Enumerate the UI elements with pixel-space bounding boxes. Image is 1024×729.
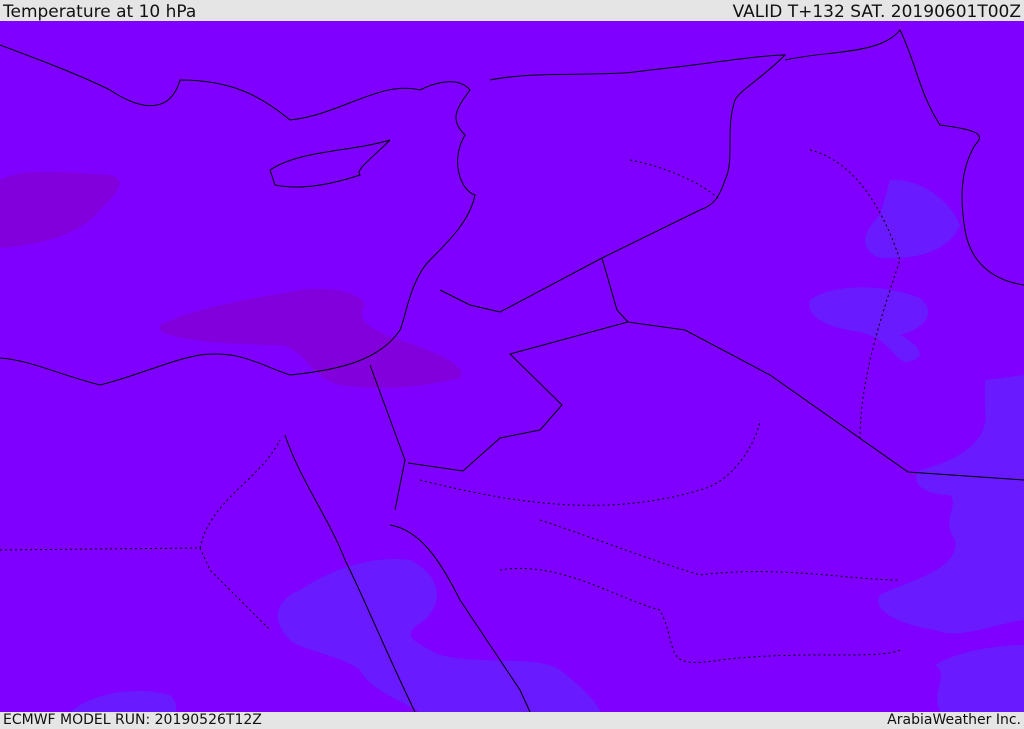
valid-time: VALID T+132 SAT. 20190601T00Z bbox=[732, 2, 1021, 22]
footer-bar: ECMWF MODEL RUN: 20190526T12Z ArabiaWeat… bbox=[0, 712, 1024, 729]
map-background bbox=[0, 21, 1024, 712]
header-bar: Temperature at 10 hPa VALID T+132 SAT. 2… bbox=[0, 0, 1024, 21]
map-title: Temperature at 10 hPa bbox=[3, 2, 197, 22]
model-run: ECMWF MODEL RUN: 20190526T12Z bbox=[3, 712, 262, 728]
credit: ArabiaWeather Inc. bbox=[887, 712, 1021, 728]
temperature-map[interactable] bbox=[0, 21, 1024, 712]
